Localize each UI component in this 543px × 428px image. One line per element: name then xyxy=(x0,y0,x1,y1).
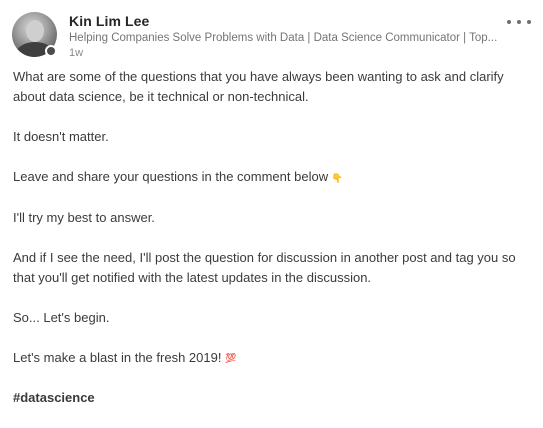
more-horizontal-icon xyxy=(527,20,531,24)
author-headline: Helping Companies Solve Problems with Da… xyxy=(69,32,498,44)
more-options-button[interactable] xyxy=(507,14,531,30)
post-body: What are some of the questions that you … xyxy=(13,67,528,428)
hundred-points-emoji-icon: 💯 xyxy=(225,353,237,364)
post-paragraph: It doesn't matter. xyxy=(13,129,109,144)
post-paragraph: And if I see the need, I'll post the que… xyxy=(13,249,516,285)
author-name[interactable]: Kin Lim Lee xyxy=(69,13,149,29)
avatar-face xyxy=(26,20,44,42)
more-horizontal-icon xyxy=(517,20,521,24)
post-paragraph: Let's make a blast in the fresh 2019! 💯 xyxy=(13,348,528,369)
post-paragraph: What are some of the questions that you … xyxy=(13,69,504,104)
post-paragraph: I'll try my best to answer. xyxy=(13,209,155,225)
post-paragraph-text: Let's make a blast in the fresh 2019! xyxy=(13,349,222,365)
feed-post: Kin Lim Lee Helping Companies Solve Prob… xyxy=(0,0,543,418)
post-header: Kin Lim Lee Helping Companies Solve Prob… xyxy=(12,12,531,60)
point-down-emoji-icon: 👇 xyxy=(331,172,343,183)
post-paragraph: So... Let's begin. xyxy=(13,309,110,325)
post-paragraph-text: Leave and share your questions in the co… xyxy=(13,169,329,184)
post-paragraph: Leave and share your questions in the co… xyxy=(13,167,528,188)
hashtag-link[interactable]: #datascience xyxy=(13,390,95,405)
post-paragraph: #datascience xyxy=(13,388,528,408)
more-horizontal-icon xyxy=(507,20,511,24)
presence-indicator-icon xyxy=(45,45,57,57)
post-timestamp: 1w xyxy=(69,47,84,59)
